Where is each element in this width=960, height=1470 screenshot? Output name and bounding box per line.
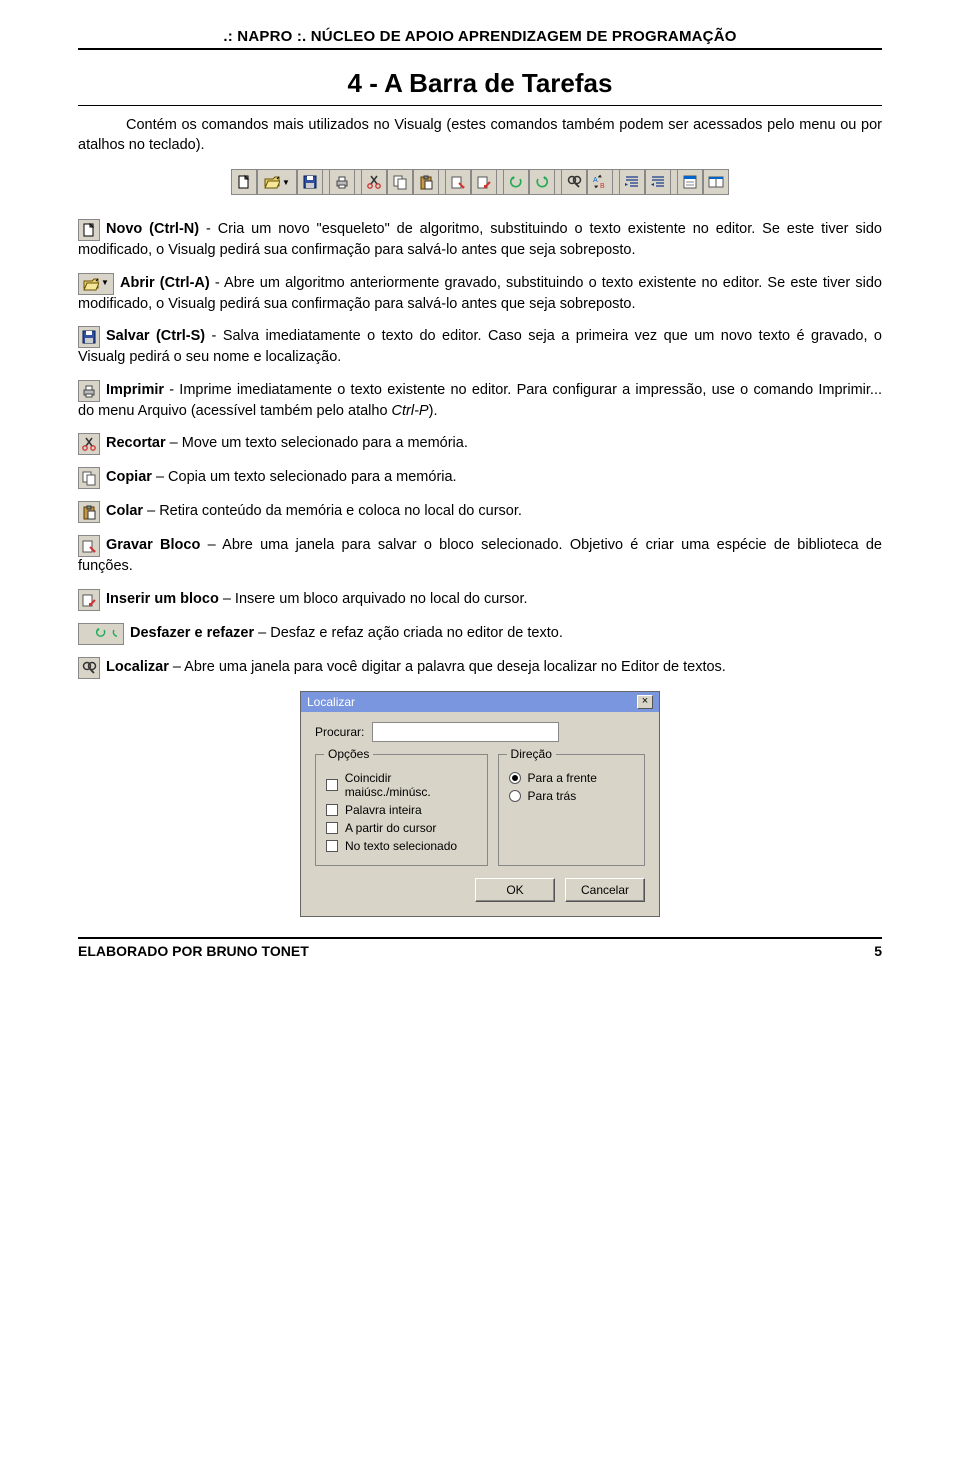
search-input[interactable] xyxy=(372,722,559,742)
entry-open-icon: ▼Abrir (Ctrl-A) - Abre um algoritmo ante… xyxy=(78,273,882,315)
cancel-button[interactable]: Cancelar xyxy=(565,878,645,902)
page-title: 4 - A Barra de Tarefas xyxy=(78,68,882,106)
show1-icon[interactable] xyxy=(677,169,703,195)
option-label: Coincidir maiúsc./minúsc. xyxy=(345,771,477,799)
find-icon[interactable] xyxy=(561,169,587,195)
entry-paste-icon: Colar – Retira conteúdo da memória e col… xyxy=(78,501,882,523)
option-checkbox[interactable]: No texto selecionado xyxy=(326,839,477,853)
option-checkbox[interactable]: A partir do cursor xyxy=(326,821,477,835)
entry-text: - Cria um novo "esqueleto" de algoritmo,… xyxy=(78,221,882,258)
options-legend: Opções xyxy=(324,747,373,761)
copy-icon xyxy=(78,467,100,489)
entry-label: Abrir (Ctrl-A) xyxy=(120,275,210,291)
insert-block-icon xyxy=(78,589,100,611)
entry-text: – Copia um texto selecionado para a memó… xyxy=(152,469,457,485)
entry-label: Inserir um bloco xyxy=(106,591,219,607)
radio-label: Para trás xyxy=(528,789,577,803)
svg-text:B: B xyxy=(600,183,605,190)
checkbox-icon[interactable] xyxy=(326,779,338,791)
dialog-title: Localizar xyxy=(307,695,355,709)
dialog-titlebar: Localizar × xyxy=(301,692,659,712)
entry-new-icon: Novo (Ctrl-N) - Cria um novo "esqueleto"… xyxy=(78,219,882,261)
ok-button[interactable]: OK xyxy=(475,878,555,902)
options-group: Opções Coincidir maiúsc./minúsc.Palavra … xyxy=(315,754,488,866)
undo-icon[interactable] xyxy=(503,169,529,195)
indent-icon[interactable] xyxy=(619,169,645,195)
checkbox-icon[interactable] xyxy=(326,804,338,816)
footer-left: ELABORADO POR BRUNO TONET xyxy=(78,943,309,959)
save-icon xyxy=(78,326,100,348)
search-label: Procurar: xyxy=(315,725,364,739)
entry-text: – Desfaz e refaz ação criada no editor d… xyxy=(254,625,563,641)
entry-text: – Retira conteúdo da memória e coloca no… xyxy=(143,503,522,519)
entry-label: Localizar xyxy=(106,659,169,675)
copy-icon[interactable] xyxy=(387,169,413,195)
entry-copy-icon: Copiar – Copia um texto selecionado para… xyxy=(78,467,882,489)
new-icon[interactable] xyxy=(231,169,257,195)
entry-label: Desfazer e refazer xyxy=(130,625,254,641)
open-icon[interactable]: ▼ xyxy=(257,169,297,195)
new-icon xyxy=(78,219,100,241)
entry-save-icon: Salvar (Ctrl-S) - Salva imediatamente o … xyxy=(78,326,882,368)
radio-icon[interactable] xyxy=(509,772,521,784)
entry-text: – Move um texto selecionado para a memór… xyxy=(166,435,468,451)
direction-radio[interactable]: Para a frente xyxy=(509,771,634,785)
toolbar-strip: ▼ AB xyxy=(78,169,882,195)
find-icon xyxy=(78,657,100,679)
entry-label: Salvar (Ctrl-S) xyxy=(106,328,205,344)
entry-text: – Insere um bloco arquivado no local do … xyxy=(219,591,528,607)
print-icon xyxy=(78,380,100,402)
entry-label: Novo (Ctrl-N) xyxy=(106,221,199,237)
redo-icon[interactable] xyxy=(529,169,555,195)
entry-print-icon: Imprimir - Imprime imediatamente o texto… xyxy=(78,380,882,422)
entry-italic: Ctrl-P xyxy=(392,403,429,419)
open-icon: ▼ xyxy=(78,273,114,295)
option-checkbox[interactable]: Palavra inteira xyxy=(326,803,477,817)
save-block-icon xyxy=(78,535,100,557)
entry-label: Gravar Bloco xyxy=(106,537,200,553)
outdent-icon[interactable] xyxy=(645,169,671,195)
paste-icon[interactable] xyxy=(413,169,439,195)
entry-label: Copiar xyxy=(106,469,152,485)
entry-text: - Imprime imediatamente o texto existent… xyxy=(78,382,882,419)
radio-label: Para a frente xyxy=(528,771,597,785)
checkbox-icon[interactable] xyxy=(326,840,338,852)
find-dialog: Localizar × Procurar: Opções Coincidir m… xyxy=(300,691,660,917)
entry-find-icon: Localizar – Abre uma janela para você di… xyxy=(78,657,882,679)
option-label: No texto selecionado xyxy=(345,839,457,853)
entry-save-block-icon: Gravar Bloco – Abre uma janela para salv… xyxy=(78,535,882,577)
entry-cut-icon: Recortar – Move um texto selecionado par… xyxy=(78,433,882,455)
checkbox-icon[interactable] xyxy=(326,822,338,834)
doc-header: .: NAPRO :. NÚCLEO DE APOIO APRENDIZAGEM… xyxy=(78,28,882,50)
entry-label: Imprimir xyxy=(106,382,164,398)
footer-page: 5 xyxy=(874,943,882,959)
direction-legend: Direção xyxy=(507,747,556,761)
replace-icon[interactable]: AB xyxy=(587,169,613,195)
entry-insert-block-icon: Inserir um bloco – Insere um bloco arqui… xyxy=(78,589,882,611)
svg-text:A: A xyxy=(593,177,598,184)
cut-icon[interactable] xyxy=(361,169,387,195)
direction-radio[interactable]: Para trás xyxy=(509,789,634,803)
option-label: Palavra inteira xyxy=(345,803,422,817)
print-icon[interactable] xyxy=(329,169,355,195)
undo-redo-icon xyxy=(78,623,124,645)
insert-block-icon[interactable] xyxy=(471,169,497,195)
close-icon[interactable]: × xyxy=(637,695,653,709)
paste-icon xyxy=(78,501,100,523)
radio-icon[interactable] xyxy=(509,790,521,802)
save-block-icon[interactable] xyxy=(445,169,471,195)
entry-label: Colar xyxy=(106,503,143,519)
entry-undo-redo-icon: Desfazer e refazer – Desfaz e refaz ação… xyxy=(78,623,882,645)
intro-text: Contém os comandos mais utilizados no Vi… xyxy=(78,116,882,155)
entry-text: – Abre uma janela para você digitar a pa… xyxy=(169,659,726,675)
entry-label: Recortar xyxy=(106,435,166,451)
direction-group: Direção Para a frentePara trás xyxy=(498,754,645,866)
option-checkbox[interactable]: Coincidir maiúsc./minúsc. xyxy=(326,771,477,799)
save-icon[interactable] xyxy=(297,169,323,195)
show2-icon[interactable] xyxy=(703,169,729,195)
footer: ELABORADO POR BRUNO TONET 5 xyxy=(78,937,882,959)
option-label: A partir do cursor xyxy=(345,821,436,835)
cut-icon xyxy=(78,433,100,455)
